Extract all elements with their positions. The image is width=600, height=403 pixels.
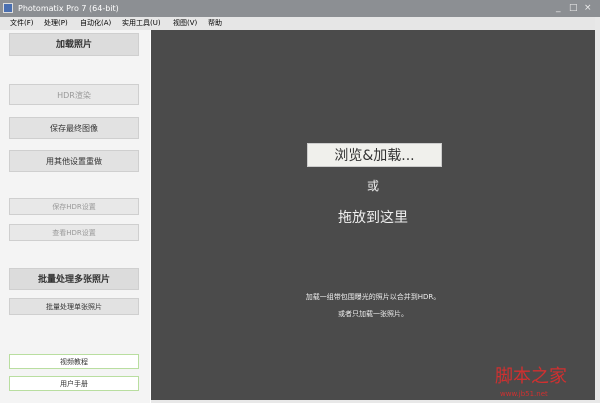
sidebar: 加载照片 HDR渲染 保存最终图像 用其他设置重做 保存HDR设置 查看HDR设… bbox=[0, 30, 150, 403]
close-button[interactable]: × bbox=[584, 0, 592, 17]
load-photos-button[interactable]: 加载照片 bbox=[9, 33, 139, 56]
hint-line-1: 加载一组带包围曝光的照片以合并到HDR。 bbox=[305, 293, 441, 301]
user-manual-button[interactable]: 用户手册 bbox=[9, 376, 139, 391]
save-hdr-settings-button[interactable]: 保存HDR设置 bbox=[9, 198, 139, 215]
menu-utilities[interactable]: 实用工具(U) bbox=[122, 17, 161, 30]
maximize-button[interactable]: □ bbox=[569, 0, 578, 17]
menu-help[interactable]: 帮助 bbox=[208, 17, 222, 30]
drop-area[interactable]: 浏览&加载... 或 拖放到这里 加载一组带包围曝光的照片以合并到HDR。 或者… bbox=[151, 30, 595, 400]
watermark-logo: 脚本之家 bbox=[495, 366, 567, 387]
view-hdr-settings-button[interactable]: 查看HDR设置 bbox=[9, 224, 139, 241]
batch-single-button[interactable]: 批量处理单张照片 bbox=[9, 298, 139, 315]
menu-bar: 文件(F) 处理(P) 自动化(A) 实用工具(U) 视图(V) 帮助 bbox=[0, 17, 600, 30]
title-bar: Photomatix Pro 7 (64-bit) _ □ × bbox=[0, 0, 600, 17]
redo-with-other-settings-button[interactable]: 用其他设置重做 bbox=[9, 150, 139, 172]
menu-process[interactable]: 处理(P) bbox=[44, 17, 68, 30]
save-final-image-button[interactable]: 保存最终图像 bbox=[9, 117, 139, 139]
video-tutorial-button[interactable]: 视频教程 bbox=[9, 354, 139, 369]
menu-automate[interactable]: 自动化(A) bbox=[80, 17, 111, 30]
minimize-button[interactable]: _ bbox=[556, 0, 561, 17]
or-label: 或 bbox=[366, 179, 379, 193]
menu-file[interactable]: 文件(F) bbox=[10, 17, 34, 30]
drop-here-label: 拖放到这里 bbox=[338, 210, 408, 226]
hint-line-2: 或者只加载一张照片。 bbox=[338, 310, 408, 318]
browse-load-button[interactable]: 浏览&加载... bbox=[307, 143, 442, 167]
app-icon bbox=[3, 3, 13, 13]
batch-multiple-button[interactable]: 批量处理多张照片 bbox=[9, 268, 139, 290]
window-title: Photomatix Pro 7 (64-bit) bbox=[18, 4, 119, 13]
watermark-url: www.jb51.net bbox=[500, 390, 548, 398]
menu-view[interactable]: 视图(V) bbox=[173, 17, 197, 30]
hdr-render-button[interactable]: HDR渲染 bbox=[9, 84, 139, 105]
window-edge bbox=[595, 17, 600, 403]
